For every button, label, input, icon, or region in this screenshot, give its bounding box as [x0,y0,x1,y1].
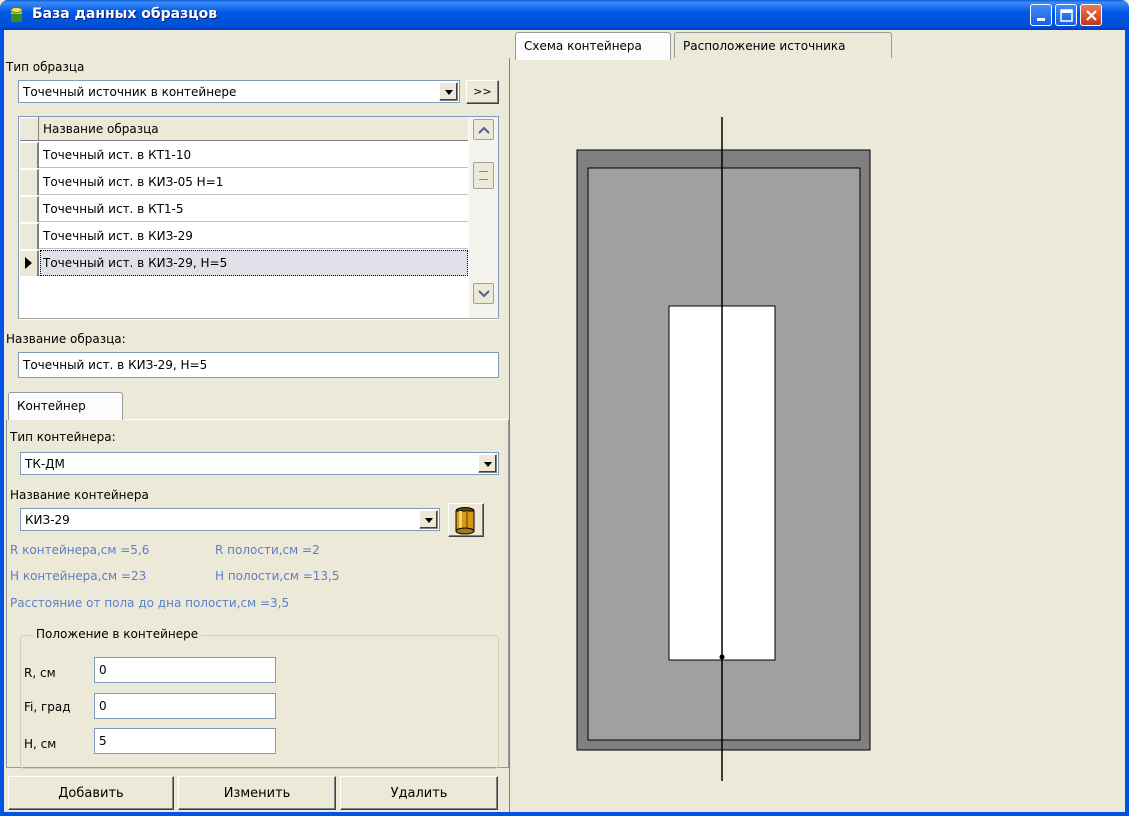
table-scrollbar[interactable] [469,117,498,318]
sample-name-field[interactable] [18,352,499,378]
window-title: База данных образцов [32,6,218,22]
tab-container[interactable]: Контейнер [8,392,123,420]
table-header[interactable]: Название образца [19,117,468,141]
container-type-label: Тип контейнера: [10,430,116,444]
table-row[interactable]: Точечный ист. в КИЗ-29 [19,223,468,249]
maximize-icon [1060,9,1073,22]
add-button[interactable]: Добавить [8,776,174,810]
scroll-down-button[interactable] [473,283,494,304]
chevron-down-icon [478,290,490,298]
r-container-info: R контейнера,см =5,6 [10,543,150,557]
minimize-icon [1037,18,1045,21]
h-label: H, см [24,737,57,751]
h-field[interactable] [94,728,276,754]
tab-container-scheme[interactable]: Схема контейнера [515,32,671,60]
right-panel: Схема контейнера Расположение источника [509,30,1125,812]
r-label: R, см [24,666,56,680]
row-indicator-header [19,117,39,141]
chevron-down-icon[interactable] [439,82,458,101]
title-bar[interactable]: База данных образцов [0,0,1129,30]
h-input[interactable] [95,729,275,753]
table-cell: Точечный ист. в КИЗ-29, Н=5 [43,256,228,270]
r-input[interactable] [95,658,275,682]
floor-distance-info: Расстояние от пола до дна полости,см =3,… [10,596,290,610]
row-indicator [19,142,39,168]
table-row-selected[interactable]: Точечный ист. в КИЗ-29, Н=5 [19,250,468,276]
chevron-down-icon[interactable] [478,454,497,473]
container-name-select[interactable]: КИЗ-29 [20,508,440,531]
h-cavity-info: H полости,см =13,5 [215,569,340,583]
left-panel: Тип образца Точечный источник в контейне… [4,30,509,812]
close-button[interactable] [1080,4,1102,26]
tab-source-position[interactable]: Расположение источника [674,32,892,58]
divider [18,318,499,320]
h-container-info: H контейнера,см =23 [10,569,147,583]
client-area: Тип образца Точечный источник в контейне… [4,30,1125,812]
column-header-name[interactable]: Название образца [43,122,159,136]
container-name-value: КИЗ-29 [25,513,70,527]
sample-type-select[interactable]: Точечный источник в контейнере [18,80,460,103]
fi-label: Fi, град [24,700,71,714]
row-indicator [19,223,39,249]
chevron-up-icon [478,126,490,134]
fi-input[interactable] [95,694,275,718]
fi-field[interactable] [94,693,276,719]
container-scheme [576,117,871,781]
table-cell: Точечный ист. в КТ1-10 [43,148,192,162]
scheme-tab-page [509,58,1125,812]
table-cell: Точечный ист. в КИЗ-05 Н=1 [43,175,224,189]
container-name-label: Название контейнера [10,488,149,502]
table-row[interactable]: Точечный ист. в КТ1-5 [19,196,468,222]
database-icon [10,7,23,22]
container-type-select[interactable]: ТК-ДМ [20,452,499,475]
minimize-button[interactable] [1030,4,1052,26]
current-row-arrow-icon [19,250,39,276]
table-cell: Точечный ист. в КИЗ-29 [43,229,193,243]
table-row[interactable]: Точечный ист. в КИЗ-05 Н=1 [19,169,468,195]
r-field[interactable] [94,657,276,683]
container-picker-button[interactable] [448,503,484,537]
sample-type-value: Точечный источник в контейнере [23,85,237,99]
table-cell: Точечный ист. в КТ1-5 [43,202,184,216]
sample-type-label: Тип образца [6,60,85,74]
source-point [719,654,725,660]
position-groupbox-title: Положение в контейнере [33,627,202,641]
action-bar: Добавить Изменить Удалить [4,770,509,812]
sample-table[interactable]: Название образца Точечный ист. в КТ1-10 … [18,116,499,319]
r-cavity-info: R полости,см =2 [215,543,320,557]
delete-button[interactable]: Удалить [340,776,498,810]
scroll-up-button[interactable] [473,119,494,140]
row-indicator [19,196,39,222]
container-type-value: ТК-ДМ [25,457,65,471]
row-indicator [19,169,39,195]
container-icon [455,507,475,535]
close-icon [1086,10,1097,21]
edit-button[interactable]: Изменить [178,776,336,810]
more-button[interactable]: >> [466,80,499,104]
maximize-button[interactable] [1055,4,1077,26]
scroll-thumb[interactable] [473,162,494,189]
sample-name-input[interactable] [19,353,498,377]
app-window: База данных образцов Тип образца Точечны… [0,0,1129,816]
sample-name-label: Название образца: [6,332,126,346]
table-row[interactable]: Точечный ист. в КТ1-10 [19,142,468,168]
chevron-down-icon[interactable] [419,510,438,529]
